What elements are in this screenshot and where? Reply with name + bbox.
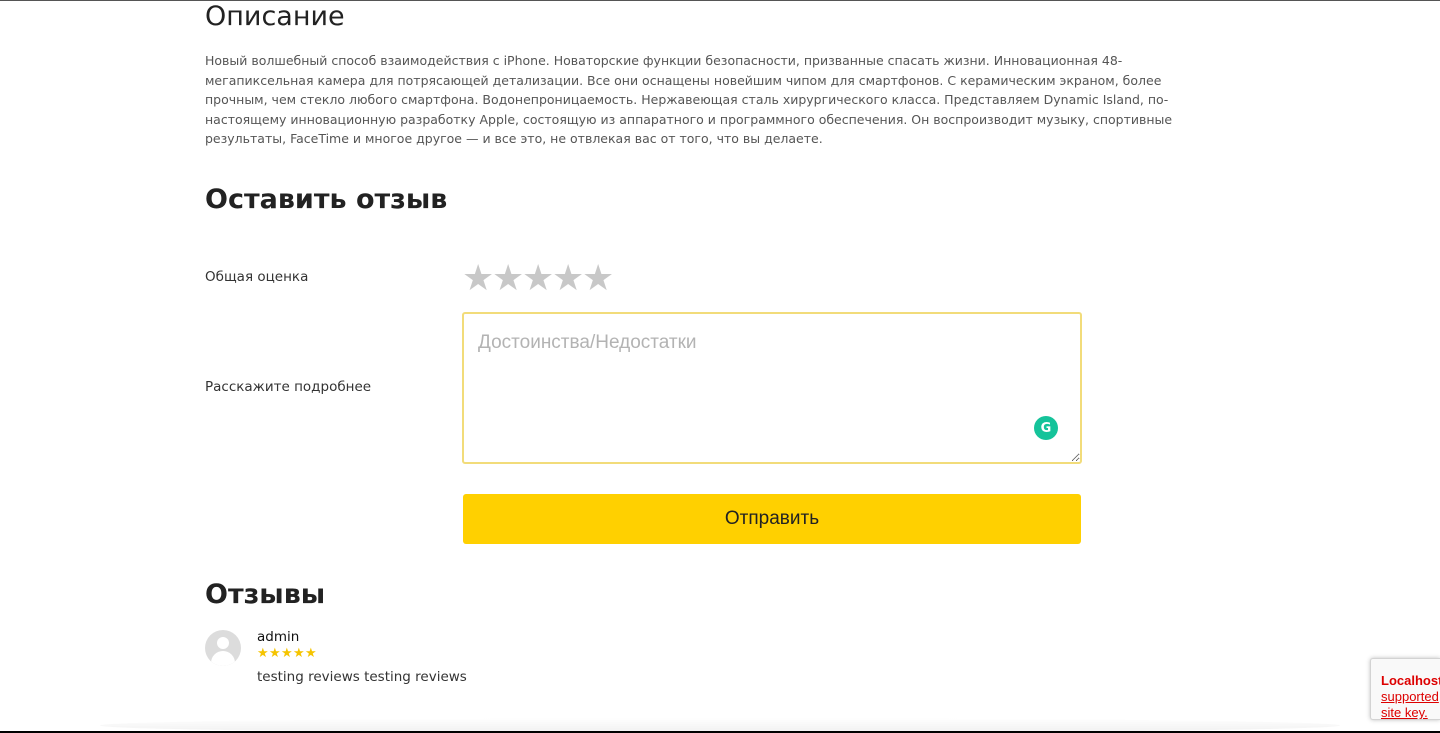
avatar-head (217, 637, 229, 649)
review-textarea-wrapper: G (462, 312, 1082, 464)
review-star-icon: ★ (293, 646, 305, 661)
review-star-icon: ★ (281, 646, 293, 661)
details-label: Расскажите подробнее (205, 379, 372, 395)
avatar-body (211, 651, 235, 666)
rating-stars: ★ ★ ★ ★ ★ (462, 259, 614, 299)
recaptcha-error-link[interactable]: supported (1381, 689, 1440, 705)
recaptcha-badge[interactable]: Localhost supported site key. (1370, 658, 1440, 720)
reviews-title: Отзывы (205, 579, 326, 610)
description-text: Новый волшебный способ взаимодействия с … (205, 53, 1173, 147)
star-3-icon[interactable]: ★ (522, 259, 554, 299)
review-rating-stars: ★ ★ ★ ★ ★ (257, 647, 317, 661)
review-star-icon: ★ (269, 646, 281, 661)
star-1-icon[interactable]: ★ (462, 259, 494, 299)
star-2-icon[interactable]: ★ (492, 259, 524, 299)
grammarly-icon[interactable]: G (1034, 416, 1058, 440)
recaptcha-error-line: Localhost (1381, 673, 1440, 688)
review-author: admin (257, 629, 300, 645)
review-star-icon: ★ (257, 646, 269, 661)
star-5-icon[interactable]: ★ (582, 259, 614, 299)
recaptcha-error-link-2[interactable]: site key. (1381, 705, 1440, 719)
leave-review-title: Оставить отзыв (205, 184, 448, 215)
submit-button[interactable]: Отправить (463, 494, 1081, 544)
review-textarea[interactable] (462, 312, 1082, 464)
review-star-icon: ★ (305, 646, 317, 661)
rating-label: Общая оценка (205, 269, 309, 285)
description-title: Описание (205, 1, 345, 32)
review-text: testing reviews testing reviews (257, 669, 467, 685)
avatar (205, 630, 241, 666)
star-4-icon[interactable]: ★ (552, 259, 584, 299)
